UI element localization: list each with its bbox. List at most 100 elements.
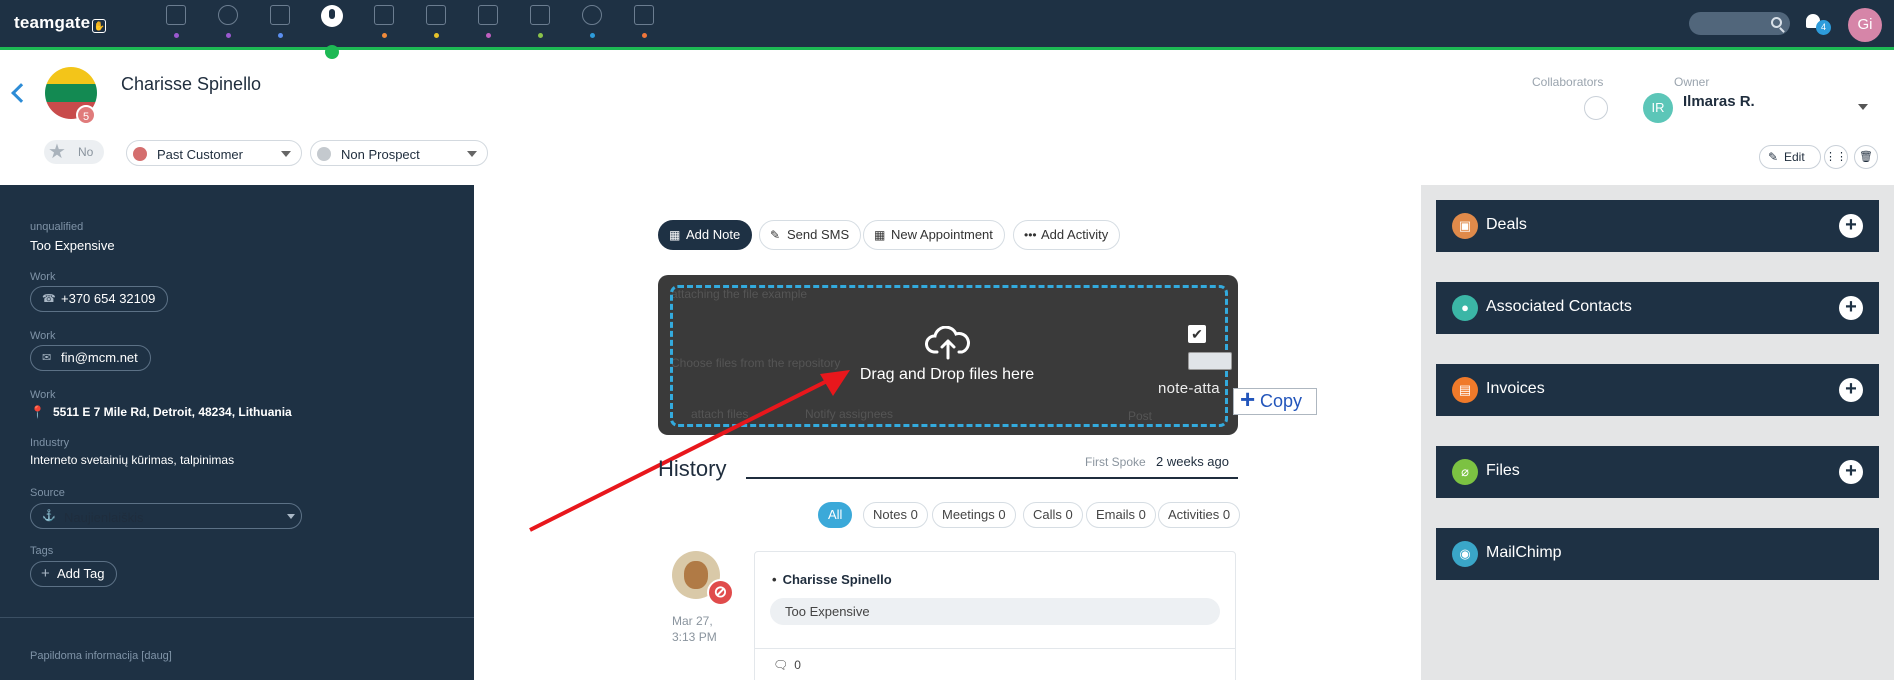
status-select[interactable]: Past Customer [126, 140, 302, 166]
status-dot [133, 147, 147, 161]
nav-dot [382, 33, 387, 38]
star-icon: ★ [48, 141, 66, 163]
nav-people[interactable] [306, 0, 358, 59]
widget-title: Files [1486, 462, 1520, 479]
contact-details-sidebar [0, 185, 474, 680]
widget-files[interactable]: ⌀ Files + [1436, 446, 1879, 498]
industry-label: Industry [30, 437, 70, 449]
trash-icon: 🗑 [1859, 151, 1873, 163]
tab-add-activity[interactable]: ••• Add Activity [1013, 220, 1121, 250]
entry-author[interactable]: Charisse Spinello [772, 572, 892, 587]
more-icon: ••• [1024, 228, 1037, 242]
add-deal-button[interactable]: + [1839, 214, 1863, 238]
cloud-upload-icon [925, 326, 970, 360]
add-invoice-button[interactable]: + [1839, 378, 1863, 402]
notifications-badge: 4 [1816, 20, 1831, 35]
status-value: Past Customer [157, 147, 243, 162]
filter-calls[interactable]: Calls 0 [1023, 502, 1083, 528]
mailchimp-icon: ◉ [1452, 541, 1478, 567]
user-avatar[interactable]: Gi [1848, 8, 1882, 42]
comments-count[interactable]: 🗨 0 [773, 658, 801, 672]
nav-companies[interactable] [254, 0, 306, 47]
phone-chip[interactable]: ☎ +370 654 32109 [30, 286, 169, 312]
nav-deals[interactable] [358, 0, 410, 47]
widget-title: Associated Contacts [1486, 298, 1632, 315]
invoice-icon [634, 5, 654, 25]
nav-invoices[interactable] [618, 0, 670, 47]
grid-menu-button[interactable]: ⋮⋮ [1824, 145, 1848, 169]
add-contact-button[interactable]: + [1839, 296, 1863, 320]
chevron-down-icon[interactable] [1858, 104, 1868, 110]
first-spoke-value: 2 weeks ago [1156, 454, 1229, 469]
back-chevron-icon[interactable] [11, 83, 31, 103]
score-badge: 5 [76, 105, 96, 125]
drop-zone-label: Drag and Drop files here [859, 366, 1035, 383]
source-select[interactable]: ⚓ Naujienlaiškis [30, 503, 302, 529]
edit-button[interactable]: Edit [1759, 145, 1821, 169]
sidebar-divider [0, 617, 474, 618]
tab-new-appointment[interactable]: ▦ New Appointment [863, 220, 1005, 250]
history-title: History [658, 456, 727, 481]
nav-activities[interactable] [462, 0, 514, 47]
source-icon: ⚓ [42, 510, 56, 522]
copy-drop-indicator: Copy [1233, 387, 1317, 415]
map-pin-icon: 📍 [30, 405, 45, 419]
address-value[interactable]: 📍 5511 E 7 Mile Rd, Detroit, 48234, Lithu… [30, 405, 292, 419]
nav-leads[interactable] [202, 0, 254, 47]
favorite-toggle[interactable]: ★ No [44, 140, 104, 164]
teamgate-logo[interactable]: teamgate ✋ [14, 13, 107, 33]
module-nav [150, 0, 670, 59]
add-tag-button[interactable]: + Add Tag [30, 561, 118, 587]
collaborators-label: Collaborators [1532, 75, 1604, 89]
first-spoke-label: First Spoke [1085, 455, 1146, 469]
search-input[interactable] [1689, 12, 1790, 35]
nav-reports[interactable] [566, 0, 618, 47]
extra-info-label[interactable]: Papildoma informacija [daug] [30, 650, 172, 662]
widget-title: Invoices [1486, 380, 1545, 397]
widget-invoices[interactable]: ▤ Invoices + [1436, 364, 1879, 416]
dragged-file-name: note-atta [1158, 380, 1220, 397]
owner-select[interactable]: Ilmaras R. [1683, 93, 1755, 110]
add-tag-label: Add Tag [57, 566, 105, 581]
filter-activities[interactable]: Activities 0 [1158, 502, 1241, 528]
nav-dashboard[interactable] [150, 0, 202, 47]
chevron-down-icon [287, 514, 295, 519]
source-label: Source [30, 487, 65, 499]
widget-mailchimp[interactable]: ◉ MailChimp [1436, 528, 1879, 580]
tab-add-note[interactable]: ▦ Add Note [658, 220, 753, 250]
entry-date: Mar 27, 3:13 PM [672, 614, 717, 644]
grid-icon: ⋮⋮ [1825, 151, 1847, 163]
widget-deals[interactable]: ▣ Deals + [1436, 200, 1879, 252]
nav-dot [486, 33, 491, 38]
clipboard-icon [530, 5, 550, 25]
filter-meetings[interactable]: Meetings 0 [932, 502, 1016, 528]
filter-all[interactable]: All [818, 502, 853, 528]
tab-send-sms[interactable]: ✎ Send SMS [759, 220, 862, 250]
owner-label: Owner [1674, 75, 1710, 89]
owner-avatar: IR [1643, 93, 1673, 123]
checkmark-icon: ✔ [1188, 325, 1206, 343]
nav-dot [434, 33, 439, 38]
widget-associated-contacts[interactable]: ● Associated Contacts + [1436, 282, 1879, 334]
contact-name: Charisse Spinello [121, 74, 262, 94]
reason-value: Too Expensive [30, 238, 115, 253]
favorite-label: No [78, 145, 94, 159]
annotation-arrow [529, 370, 850, 532]
prospect-select[interactable]: Non Prospect [310, 140, 488, 166]
top-navigation: teamgate ✋ 4 Gi [0, 0, 1894, 59]
nav-calendar[interactable] [410, 0, 462, 47]
person-icon [321, 5, 343, 27]
dashboard-icon [166, 5, 186, 25]
filter-notes[interactable]: Notes 0 [863, 502, 928, 528]
chevron-down-icon [281, 151, 291, 157]
nav-tasks[interactable] [514, 0, 566, 47]
paperclip-icon: ⌀ [1452, 459, 1478, 485]
filter-emails[interactable]: Emails 0 [1086, 502, 1156, 528]
email-value: fin@mcm.net [61, 350, 138, 365]
email-chip[interactable]: ✉ fin@mcm.net [30, 345, 151, 371]
search-icon [1771, 17, 1782, 28]
delete-button[interactable]: 🗑 [1854, 145, 1878, 169]
add-collaborator-icon[interactable] [1584, 96, 1608, 120]
calendar-icon [426, 5, 446, 25]
add-file-button[interactable]: + [1839, 460, 1863, 484]
